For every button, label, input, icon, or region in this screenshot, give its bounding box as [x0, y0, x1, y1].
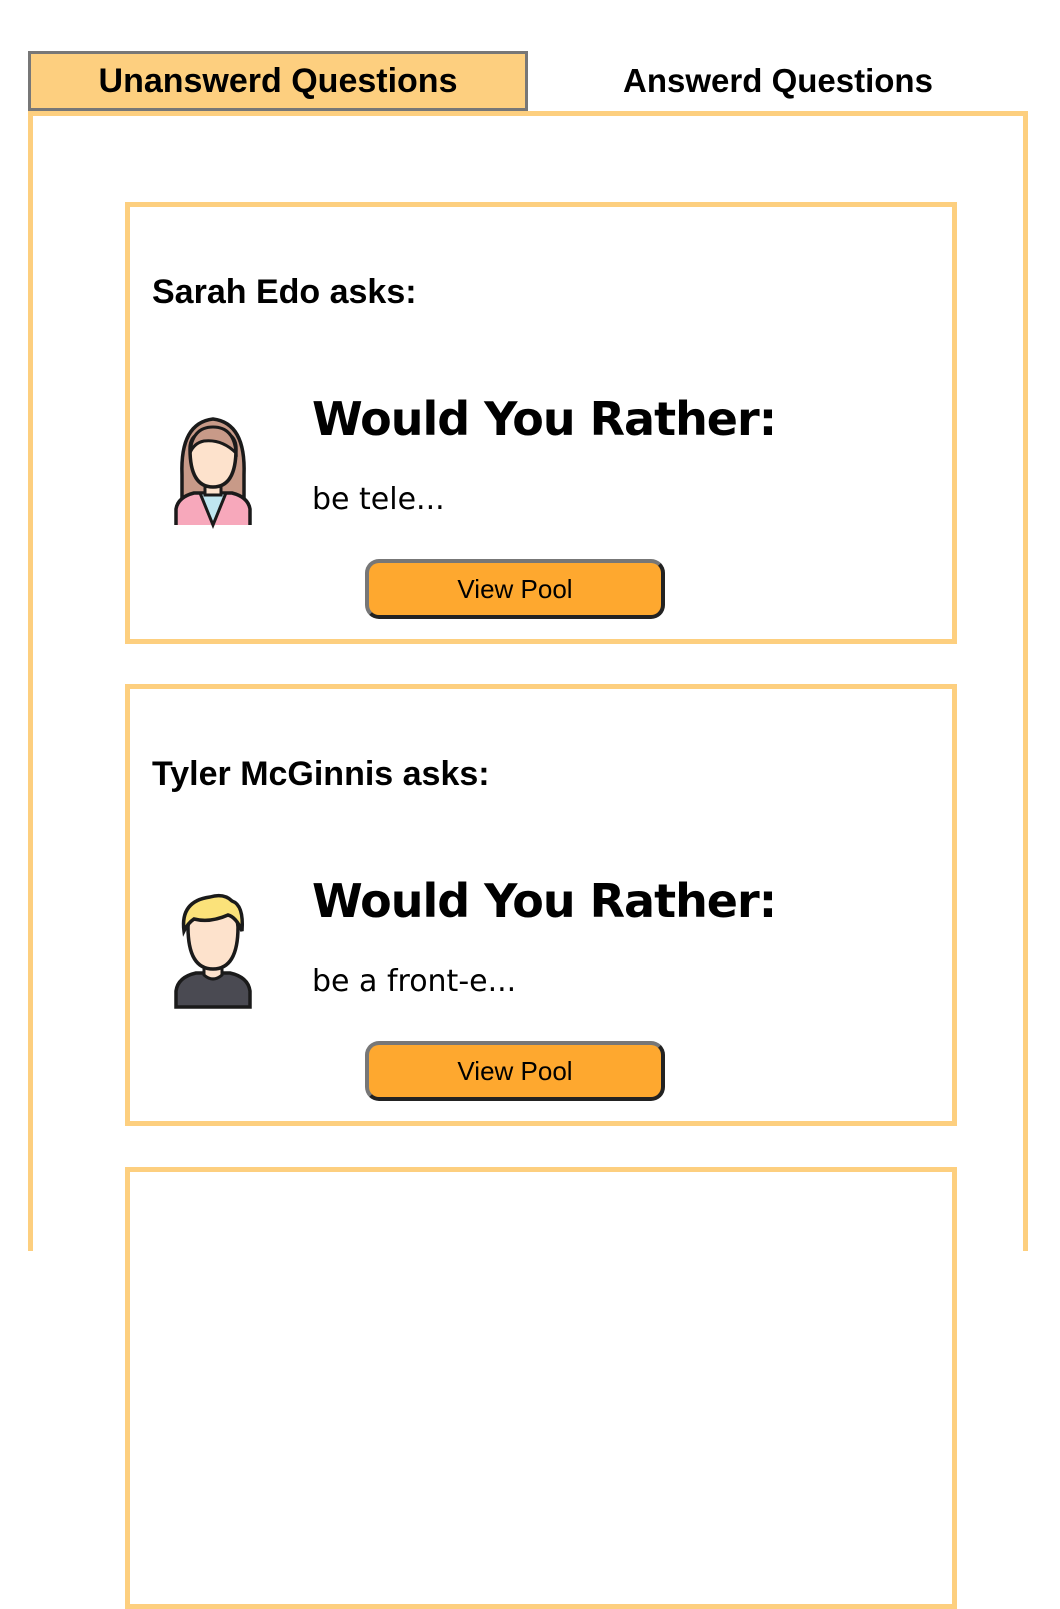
- tab-answered[interactable]: Answerd Questions: [528, 51, 1028, 111]
- view-poll-button[interactable]: View Pool: [365, 1041, 665, 1101]
- question-card: Tyler McGinnis asks: Would You Rather: b…: [125, 684, 957, 1126]
- option-preview: be tele...: [312, 482, 445, 517]
- questions-panel: Sarah Edo asks: Would You Rather: be tel…: [28, 111, 1028, 1609]
- female-avatar-icon: [170, 405, 256, 529]
- asker-heading: Tyler McGinnis asks:: [152, 755, 490, 793]
- question-tabs: Unanswerd Questions Answerd Questions: [28, 51, 1028, 111]
- question-card: [125, 1167, 957, 1609]
- tab-unanswered[interactable]: Unanswerd Questions: [28, 51, 528, 111]
- would-you-rather-title: Would You Rather:: [312, 392, 777, 446]
- view-poll-button[interactable]: View Pool: [365, 559, 665, 619]
- question-card: Sarah Edo asks: Would You Rather: be tel…: [125, 202, 957, 644]
- male-avatar-icon: [170, 887, 256, 1011]
- would-you-rather-title: Would You Rather:: [312, 874, 777, 928]
- option-preview: be a front-e...: [312, 964, 517, 999]
- asker-heading: Sarah Edo asks:: [152, 273, 417, 311]
